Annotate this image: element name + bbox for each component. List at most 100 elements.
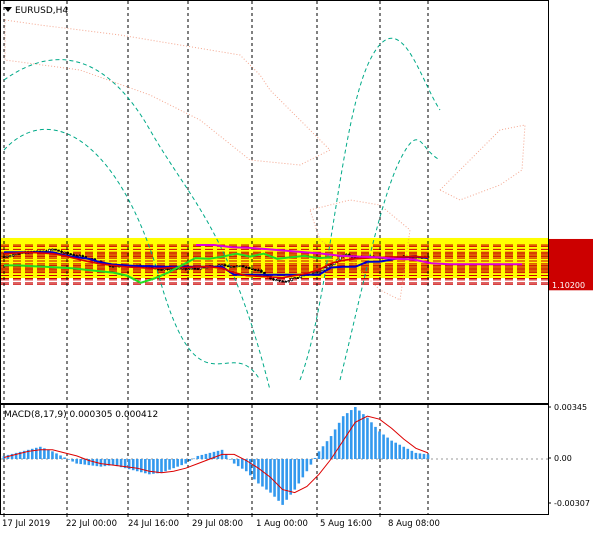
macd-histogram-bar — [321, 446, 325, 459]
macd-histogram-bar — [269, 459, 272, 493]
candle-body — [223, 264, 227, 267]
macd-histogram-bar — [180, 459, 183, 466]
candle-body — [72, 254, 75, 256]
candle-body — [66, 251, 69, 255]
macd-histogram-bar — [51, 451, 54, 459]
macd-histogram-bar — [325, 441, 329, 459]
candle-body — [251, 268, 254, 271]
time-axis-label: 17 Jul 2019 — [2, 519, 50, 529]
macd-histogram-bar — [188, 459, 192, 462]
macd-histogram-bar — [309, 459, 313, 465]
candle-body — [166, 268, 169, 270]
macd-histogram-bar — [75, 459, 78, 464]
macd-histogram-bar — [67, 459, 70, 460]
macd-histogram-bar — [366, 417, 369, 459]
macd-histogram-bar — [281, 459, 284, 505]
time-axis-label: 5 Aug 16:00 — [320, 519, 372, 529]
candle-body — [187, 268, 191, 271]
macd-histogram-bar — [103, 459, 107, 467]
candle-body — [329, 264, 333, 267]
macd-histogram-bar — [297, 459, 301, 484]
candle-body — [60, 250, 63, 253]
macd-histogram-bar — [236, 459, 240, 467]
ichimoku-cloud — [4, 19, 331, 166]
candle-body — [11, 254, 15, 257]
ichimoku-cloud — [439, 124, 526, 201]
chart-title: EURUSD,H4 — [15, 6, 68, 16]
macd-histogram-bar — [374, 426, 377, 459]
macd-histogram-bar — [277, 459, 280, 501]
chart-svg[interactable]: 1.129001.128001.127251.126001.124951.124… — [0, 0, 595, 532]
macd-histogram-bar — [35, 447, 38, 459]
candle-body — [8, 255, 12, 258]
macd-histogram-bar — [55, 453, 58, 459]
macd-histogram-bar — [160, 459, 163, 473]
time-axis-label: 1 Aug 00:00 — [256, 519, 308, 529]
macd-histogram-bar — [378, 431, 381, 459]
candle-body — [232, 266, 236, 268]
macd-histogram-bar — [406, 448, 410, 459]
candle-body — [278, 279, 281, 282]
macd-histogram-bar — [354, 407, 357, 459]
candle-body — [2, 256, 6, 258]
macd-histogram-bar — [317, 451, 321, 459]
candle-body — [281, 280, 284, 283]
time-axis-label: 29 Jul 08:00 — [192, 519, 243, 529]
candle-body — [248, 267, 251, 270]
macd-histogram-bar — [253, 459, 256, 480]
macd-histogram-bar — [261, 459, 264, 487]
macd-histogram-bar — [91, 459, 95, 466]
macd-histogram-bar — [204, 453, 208, 459]
macd-histogram-bar — [184, 459, 188, 464]
time-axis-label: 22 Jul 00:00 — [66, 519, 117, 529]
macd-histogram-bar — [358, 410, 361, 459]
macd-histogram-bar — [79, 459, 83, 465]
macd-histogram-bar — [224, 454, 228, 459]
macd-histogram-bar — [293, 459, 297, 490]
macd-histogram-bar — [394, 442, 397, 459]
candle-body — [63, 251, 66, 254]
macd-histogram-bar — [156, 459, 159, 474]
candle-body — [226, 265, 230, 267]
candle-body — [229, 266, 233, 268]
macd-histogram-bar — [196, 455, 200, 459]
macd-histogram-bar — [192, 458, 196, 460]
candle-body — [244, 266, 248, 269]
macd-histogram-bar — [164, 459, 167, 472]
candle-body — [260, 270, 263, 273]
macd-histogram-bar — [10, 453, 14, 459]
candle-body — [296, 277, 300, 279]
macd-histogram-bar — [71, 459, 74, 462]
bollinger-band — [299, 37, 441, 381]
candle-body — [338, 256, 342, 261]
macd-histogram-bar — [418, 453, 422, 459]
macd-histogram-bar — [305, 459, 309, 472]
macd-histogram-bar — [148, 459, 151, 475]
candle-body — [54, 248, 57, 251]
macd-histogram-bar — [168, 459, 171, 470]
candle-body — [238, 265, 242, 268]
time-axis-label: 8 Aug 08:00 — [388, 519, 440, 529]
candle-body — [111, 266, 115, 268]
macd-histogram-bar — [414, 452, 418, 459]
candle-body — [287, 280, 290, 282]
macd-histogram-bar — [349, 410, 353, 459]
macd-histogram-bar — [200, 454, 204, 459]
macd-histogram-bar — [390, 440, 393, 459]
price-panel-frame — [0, 0, 549, 404]
candle-body — [241, 265, 245, 268]
candle-body — [254, 268, 257, 271]
macd-axis-label: 0.00345 — [554, 403, 587, 412]
macd-histogram-bar — [289, 459, 293, 495]
price-axis-label: 1.10200 — [552, 281, 585, 290]
candle-body — [157, 268, 160, 271]
candle-body — [196, 268, 200, 270]
macd-histogram-bar — [228, 459, 232, 460]
chart-window[interactable]: 1.129001.128001.127251.126001.124951.124… — [0, 0, 595, 532]
macd-histogram-bar — [362, 414, 365, 459]
candle-body — [314, 272, 318, 274]
candle-body — [190, 267, 194, 270]
macd-histogram-bar — [39, 446, 42, 459]
macd-histogram-bar — [329, 436, 333, 459]
macd-histogram-bar — [422, 453, 426, 459]
